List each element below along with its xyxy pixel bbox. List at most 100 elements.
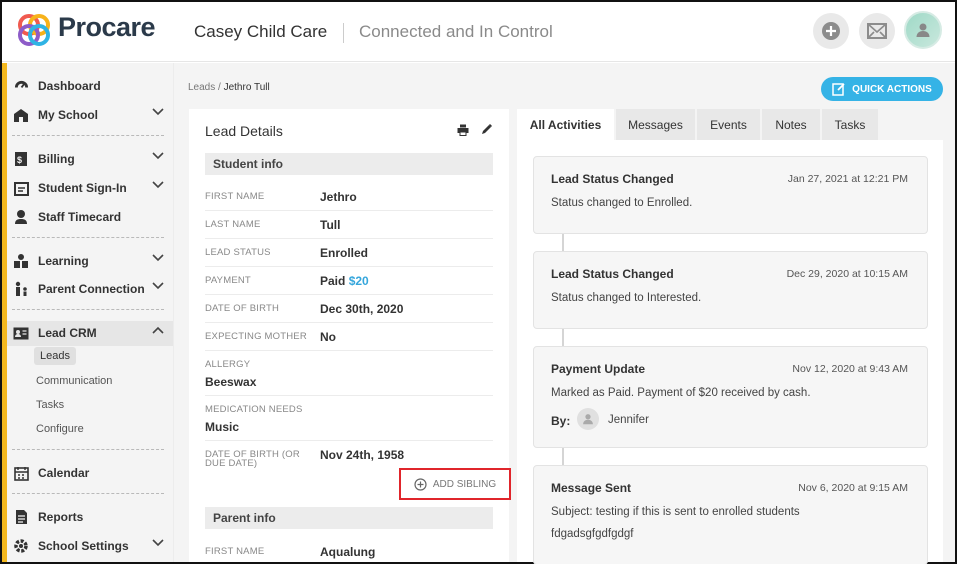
- sidebar-item-label: Billing: [38, 152, 75, 166]
- lead-status-value: Enrolled: [320, 246, 369, 260]
- plus-circle-icon: [414, 477, 427, 491]
- sidebar-item-dashboard[interactable]: Dashboard: [12, 74, 170, 98]
- activity-description: Subject: testing if this is sent to enro…: [551, 506, 800, 518]
- payment-value: Paid $20: [320, 274, 369, 288]
- payment-label: PAYMENT: [205, 275, 251, 286]
- quick-actions-label: QUICK ACTIONS: [852, 83, 932, 95]
- activity-description-body: fdgadsgfgdfgdgf: [551, 528, 634, 540]
- chevron-up-icon[interactable]: [152, 326, 164, 334]
- row-divider: [205, 322, 493, 323]
- expecting-mother-value: No: [320, 330, 336, 344]
- timecard-icon: [12, 208, 30, 226]
- payment-amount-link[interactable]: $20: [349, 274, 369, 288]
- sidebar-item-student-sign-in[interactable]: Student Sign-In: [12, 176, 170, 200]
- activity-title: Payment Update: [551, 362, 646, 376]
- lead-crm-icon: [12, 324, 30, 342]
- chevron-down-icon[interactable]: [152, 108, 164, 116]
- medication-value: Music: [205, 420, 240, 434]
- logo-text: Procare: [58, 12, 156, 42]
- chevron-down-icon[interactable]: [152, 181, 164, 189]
- activity-date: Dec 29, 2020 at 10:15 AM: [786, 268, 908, 280]
- row-divider: [205, 266, 493, 267]
- chevron-down-icon[interactable]: [152, 254, 164, 262]
- edit-square-icon: [832, 83, 845, 96]
- sidebar-sub-item-tasks[interactable]: Tasks: [36, 399, 64, 411]
- sidebar-item-learning[interactable]: Learning: [12, 249, 170, 273]
- sidebar: [2, 63, 174, 562]
- dob-value: Dec 30th, 2020: [320, 302, 404, 316]
- chevron-down-icon[interactable]: [152, 282, 164, 290]
- sidebar-sub-item-communication[interactable]: Communication: [36, 375, 112, 387]
- last-name-label: LAST NAME: [205, 219, 261, 230]
- parent-first-name-label: FIRST NAME: [205, 546, 265, 557]
- add-button[interactable]: [813, 13, 849, 49]
- school-name[interactable]: Casey Child Care: [194, 22, 327, 42]
- sidebar-separator: [12, 449, 164, 450]
- sidebar-item-my-school[interactable]: My School: [12, 103, 170, 127]
- tab-tasks[interactable]: Tasks: [822, 109, 878, 140]
- breadcrumb: Leads / Jethro Tull: [188, 82, 270, 93]
- activity-card[interactable]: [533, 251, 928, 329]
- tab-all-activities[interactable]: All Activities: [517, 109, 614, 140]
- print-icon[interactable]: [457, 124, 469, 136]
- sidebar-item-reports[interactable]: Reports: [12, 505, 170, 529]
- quick-actions-button[interactable]: QUICK ACTIONS: [821, 77, 943, 101]
- plus-circle-icon: [822, 22, 840, 40]
- svg-text:$: $: [17, 155, 22, 165]
- sidebar-item-label: Learning: [38, 254, 89, 268]
- activity-description: Status changed to Interested.: [551, 292, 702, 304]
- dob-due-label-line2: DUE DATE): [205, 458, 258, 469]
- sidebar-item-label: Calendar: [38, 466, 90, 480]
- parent-info-header: Parent info: [205, 507, 493, 529]
- chevron-down-icon[interactable]: [152, 539, 164, 547]
- sidebar-item-label: Reports: [38, 510, 84, 524]
- sidebar-item-lead-crm[interactable]: Lead CRM: [12, 321, 170, 345]
- tab-events[interactable]: Events: [697, 109, 760, 140]
- activity-title: Lead Status Changed: [551, 172, 674, 186]
- user-avatar[interactable]: [904, 11, 942, 49]
- activity-date: Nov 12, 2020 at 9:43 AM: [792, 363, 908, 375]
- envelope-icon: [867, 23, 887, 39]
- header-divider: [343, 23, 344, 43]
- reports-icon: [12, 508, 30, 526]
- breadcrumb-parent[interactable]: Leads: [188, 82, 215, 93]
- add-sibling-button[interactable]: ADD SIBLING: [399, 468, 511, 500]
- sidebar-accent-bar: [2, 63, 7, 562]
- sidebar-separator: [12, 237, 164, 238]
- user-avatar-small: [577, 408, 599, 430]
- sidebar-item-parent-connection[interactable]: Parent Connection: [12, 277, 170, 301]
- tab-messages[interactable]: Messages: [616, 109, 695, 140]
- dashboard-icon: [12, 77, 30, 95]
- parent-first-name-value: Aqualung: [320, 545, 376, 559]
- sidebar-item-staff-timecard[interactable]: Staff Timecard: [12, 205, 170, 229]
- activity-card[interactable]: [533, 156, 928, 234]
- tab-notes[interactable]: Notes: [762, 109, 820, 140]
- sidebar-item-label: School Settings: [38, 539, 129, 553]
- activity-title: Lead Status Changed: [551, 267, 674, 281]
- learning-icon: [12, 252, 30, 270]
- sidebar-sub-item-leads[interactable]: Leads: [34, 347, 76, 365]
- activity-title: Message Sent: [551, 481, 632, 495]
- gear-icon: [12, 537, 30, 555]
- row-divider: [205, 350, 493, 351]
- activity-date: Jan 27, 2021 at 12:21 PM: [787, 173, 908, 185]
- sidebar-sub-item-configure[interactable]: Configure: [36, 423, 84, 435]
- sidebar-item-school-settings[interactable]: School Settings: [12, 534, 170, 558]
- school-icon: [12, 106, 30, 124]
- sidebar-item-calendar[interactable]: Calendar: [12, 461, 170, 485]
- dob-label: DATE OF BIRTH: [205, 303, 280, 314]
- messages-button[interactable]: [859, 13, 895, 49]
- first-name-value: Jethro: [320, 190, 357, 204]
- chevron-down-icon[interactable]: [152, 152, 164, 160]
- first-name-label: FIRST NAME: [205, 191, 265, 202]
- activity-by-name: Jennifer: [608, 414, 649, 426]
- medication-label: MEDICATION NEEDS: [205, 404, 303, 415]
- sidebar-item-label: Dashboard: [38, 79, 101, 93]
- sidebar-item-label: Student Sign-In: [38, 181, 127, 195]
- activity-description: Marked as Paid. Payment of $20 received …: [551, 387, 811, 399]
- sidebar-item-billing[interactable]: $ Billing: [12, 147, 170, 171]
- pencil-icon[interactable]: [481, 123, 493, 135]
- activity-date: Nov 6, 2020 at 9:15 AM: [798, 482, 908, 494]
- user-icon: [583, 414, 593, 425]
- row-divider: [205, 210, 493, 211]
